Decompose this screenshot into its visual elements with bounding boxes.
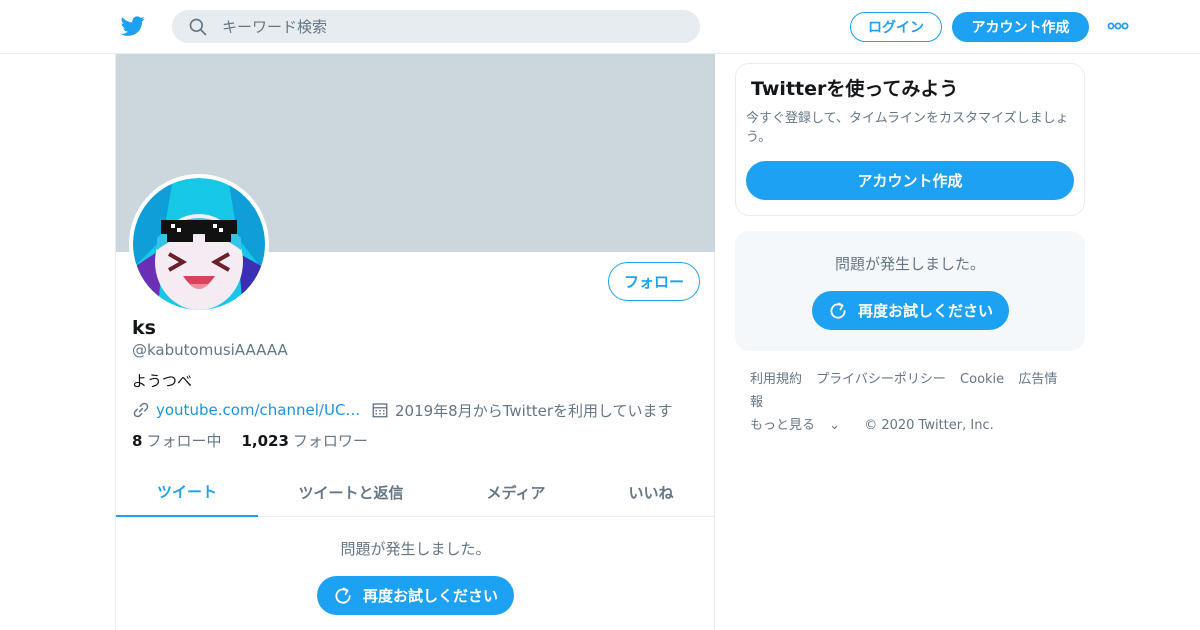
followers-stat[interactable]: 1,023 フォロワー: [241, 430, 367, 451]
join-date: 2019年8月からTwitterを利用しています: [371, 400, 673, 421]
footer-link-terms[interactable]: 利用規約: [750, 372, 802, 387]
avatar[interactable]: [129, 174, 269, 314]
signup-card-button[interactable]: アカウント作成: [746, 161, 1074, 200]
footer-copyright: © 2020 Twitter, Inc.: [864, 418, 994, 433]
profile-handle[interactable]: @kabutomusiAAAAA: [132, 341, 288, 359]
link-icon: [133, 402, 149, 418]
profile-meta: youtube.com/channel/UC4ldI… 2019年8月からTwi…: [132, 400, 673, 420]
profile-name: ks: [132, 317, 156, 339]
sidebar-error-box: 問題が発生しました。 再度お試しください: [735, 231, 1085, 351]
profile-column: フォロー ks @kabutomusiAAAAA ようつべ youtube.co…: [115, 54, 715, 630]
following-label: フォロー中: [146, 432, 222, 450]
calendar-icon: [372, 403, 388, 418]
profile-bio: ようつべ: [132, 372, 193, 390]
signup-button[interactable]: アカウント作成: [952, 12, 1089, 42]
profile-stats: 8 フォロー中 1,023 フォロワー: [132, 430, 388, 451]
sidebar-error-message: 問題が発生しました。: [834, 255, 985, 273]
refresh-icon: [830, 302, 846, 319]
footer-more-label: もっと見る: [750, 418, 816, 433]
avatar-image: [133, 178, 265, 310]
following-stat[interactable]: 8 フォロー中: [132, 430, 221, 451]
sidebar-footer: 利用規約 プライバシーポリシー Cookie 広告情報 もっと見る ⌄ © 20…: [750, 368, 1080, 437]
top-navigation-bar: ログイン アカウント作成: [0, 0, 1200, 54]
tab-likes[interactable]: いいね: [606, 468, 696, 517]
footer-link-privacy[interactable]: プライバシーポリシー: [816, 372, 946, 387]
sidebar-retry-button[interactable]: 再度お試しください: [812, 291, 1009, 330]
twitter-bird-icon[interactable]: [120, 14, 146, 38]
refresh-icon: [335, 587, 351, 604]
followers-count: 1,023: [241, 432, 289, 450]
join-date-text: 2019年8月からTwitterを利用しています: [395, 401, 673, 420]
search-icon: [189, 18, 207, 36]
tab-tweets-replies[interactable]: ツイートと返信: [276, 468, 426, 517]
signup-card-title: Twitterを使ってみよう: [751, 78, 959, 100]
tab-tweets[interactable]: ツイート: [116, 468, 258, 517]
chevron-down-icon: ⌄: [829, 418, 841, 433]
search-box: [172, 10, 700, 43]
login-button[interactable]: ログイン: [850, 12, 942, 42]
footer-links-row: 利用規約 プライバシーポリシー Cookie 広告情報: [750, 368, 1080, 414]
more-dots-icon[interactable]: [1107, 18, 1129, 34]
follow-button[interactable]: フォロー: [608, 262, 700, 301]
profile-tabs: ツイート ツイートと返信 メディア いいね: [116, 468, 715, 517]
signup-card-description: 今すぐ登録して、タイムラインをカスタマイズしましょう。: [746, 111, 1069, 145]
profile-website-link[interactable]: youtube.com/channel/UC4ldI…: [156, 401, 361, 419]
search-input[interactable]: [222, 10, 682, 43]
tab-media[interactable]: メディア: [456, 468, 576, 517]
followers-label: フォロワー: [292, 432, 368, 450]
timeline-retry-button[interactable]: 再度お試しください: [317, 576, 514, 615]
signup-card: Twitterを使ってみよう 今すぐ登録して、タイムラインをカスタマイズしましょ…: [735, 63, 1085, 216]
following-count: 8: [132, 432, 143, 450]
timeline-retry-label: 再度お試しください: [362, 587, 498, 605]
footer-link-cookie[interactable]: Cookie: [960, 372, 1004, 387]
footer-second-row: もっと見る ⌄ © 2020 Twitter, Inc.: [750, 414, 1080, 437]
timeline-error-message: 問題が発生しました。: [340, 540, 491, 558]
footer-more-link[interactable]: もっと見る ⌄: [750, 418, 850, 433]
sidebar-retry-label: 再度お試しください: [857, 302, 993, 320]
